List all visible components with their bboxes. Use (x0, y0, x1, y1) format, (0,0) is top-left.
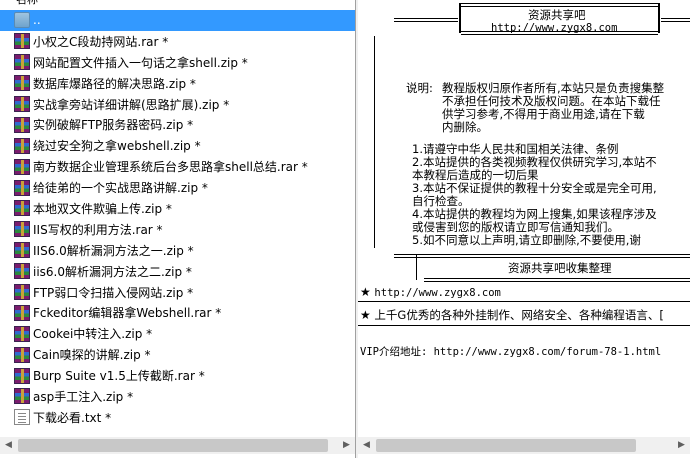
rar-archive-icon (14, 263, 30, 280)
file-list-item[interactable]: 数据库爆路径的解决思路.zip * (0, 73, 355, 94)
scroll-left-arrow-icon[interactable]: ◀ (0, 437, 17, 454)
file-list-item[interactable]: IIS6.0解析漏洞方法之一.zip * (0, 240, 355, 261)
file-name: 实例破解FTP服务器密码.zip * (33, 118, 194, 133)
name-column-header[interactable]: 名称 (0, 0, 38, 6)
folder-up-icon (14, 12, 30, 29)
rar-archive-icon (14, 200, 30, 217)
file-list-item[interactable]: Cain嗅探的讲解.zip * (0, 344, 355, 365)
rar-archive-icon (14, 158, 30, 175)
rar-archive-icon (14, 221, 30, 238)
scroll-left-arrow-icon[interactable]: ◀ (358, 437, 375, 454)
file-list-item[interactable]: iis6.0解析漏洞方法之二.zip * (0, 261, 355, 282)
star-icon: ★ (360, 308, 371, 322)
file-name: 网站配置文件插入一句话之拿shell.zip * (33, 55, 248, 70)
file-name: Fckeditor编辑器拿Webshell.rar * (33, 306, 222, 321)
box-border (658, 3, 660, 33)
file-list-item[interactable]: 小权之C段劫持网站.rar * (0, 31, 355, 52)
rar-archive-icon (14, 96, 30, 112)
rar-archive-icon (14, 304, 30, 321)
box-border (459, 3, 461, 33)
file-name: IIS写权的利用方法.rar * (33, 222, 163, 237)
file-list-item[interactable]: 下载必看.txt * (0, 407, 355, 428)
file-list-item[interactable]: Cookei中转注入.zip * (0, 323, 355, 344)
file-list-item[interactable]: Fckeditor编辑器拿Webshell.rar * (0, 302, 355, 323)
file-name: 实战拿旁站详细讲解(思路扩展).zip * (33, 97, 230, 112)
file-list-item[interactable]: Burp Suite v1.5上传截断.rar * (0, 365, 355, 386)
rar-archive-icon (14, 33, 30, 50)
scroll-right-arrow-icon[interactable]: ▶ (338, 437, 355, 454)
rar-archive-icon (14, 325, 30, 342)
file-list-item[interactable]: asp手工注入.zip * (0, 386, 355, 407)
file-name: FTP弱口令扫描入侵网站.zip * (33, 285, 194, 300)
file-list-item[interactable]: FTP弱口令扫描入侵网站.zip * (0, 282, 355, 303)
connector-line (394, 18, 458, 22)
file-name: IIS6.0解析漏洞方法之一.zip * (33, 243, 194, 258)
box-title: 资源共享吧 (528, 8, 586, 22)
rar-archive-icon (14, 242, 30, 259)
file-list: .. 小权之C段劫持网站.rar * 网站配置文件插入一句话之拿shell.zip … (0, 10, 355, 428)
scrollbar-thumb[interactable] (376, 439, 636, 452)
text-file-icon (14, 409, 30, 426)
file-list-pane[interactable]: 名称 .. 小权之C段劫持网站.rar * 网站配置文件插入一句话之拿shell.z… (0, 0, 356, 458)
right-horizontal-scrollbar[interactable]: ◀ ▶ (358, 437, 690, 454)
rule-line: 5.如不同意以上声明,请立即删除,不要使用,谢 (412, 233, 641, 247)
file-list-item[interactable]: .. (0, 10, 355, 31)
footer-title: 资源共享吧收集整理 (508, 261, 612, 275)
file-list-item[interactable]: 南方数据企业管理系统后台多思路拿shell总结.rar * (0, 156, 355, 177)
rar-archive-icon (14, 284, 30, 301)
notice-label: 说明: (406, 81, 433, 95)
rar-archive-icon (14, 346, 30, 363)
rar-archive-icon (14, 54, 30, 71)
left-horizontal-scrollbar[interactable]: ◀ ▶ (0, 437, 355, 454)
rar-archive-icon (14, 388, 30, 405)
file-name: 小权之C段劫持网站.rar * (33, 34, 169, 49)
star-url: http://www.zygx8.com (374, 287, 501, 299)
notice-line: 内删除。 (442, 120, 488, 134)
file-list-item[interactable]: 绕过安全狗之拿webshell.zip * (0, 135, 355, 156)
star-icon: ★ (360, 285, 371, 299)
file-list-item[interactable]: 给徒弟的一个实战思路讲解.zip * (0, 177, 355, 198)
file-list-item[interactable]: 本地双文件欺骗上传.zip * (0, 198, 355, 219)
file-name: 绕过安全狗之拿webshell.zip * (33, 139, 201, 154)
rar-archive-icon (14, 75, 30, 92)
footer-border (424, 278, 690, 282)
separator (358, 325, 690, 326)
star-desc: 上千G优秀的各种外挂制作、网络安全、各种编程语言、[ (374, 308, 664, 322)
file-name: 南方数据企业管理系统后台多思路拿shell总结.rar * (33, 160, 308, 175)
file-name: 给徒弟的一个实战思路讲解.zip * (33, 181, 208, 196)
scroll-right-arrow-icon[interactable]: ▶ (673, 437, 690, 454)
file-list-item[interactable]: 网站配置文件插入一句话之拿shell.zip * (0, 52, 355, 73)
file-list-item[interactable]: IIS写权的利用方法.rar * (0, 219, 355, 240)
file-name: .. (33, 13, 41, 28)
file-name: iis6.0解析漏洞方法之二.zip * (33, 264, 192, 279)
file-name: asp手工注入.zip * (33, 389, 134, 404)
star-desc-line: ★ 上千G优秀的各种外挂制作、网络安全、各种编程语言、[ (360, 309, 664, 322)
vip-line: VIP介绍地址: http://www.zygx8.com/forum-78-1… (360, 346, 662, 358)
bracket-line (374, 36, 375, 248)
file-list-item[interactable]: 实战拿旁站详细讲解(思路扩展).zip * (0, 94, 355, 115)
file-name: 下载必看.txt * (33, 410, 112, 425)
file-name: 数据库爆路径的解决思路.zip * (33, 76, 196, 91)
rar-archive-icon (14, 137, 30, 154)
file-name: Burp Suite v1.5上传截断.rar * (33, 369, 205, 384)
file-name: Cookei中转注入.zip * (33, 327, 153, 342)
scrollbar-thumb[interactable] (18, 439, 328, 452)
connector-line (661, 18, 690, 22)
rar-archive-icon (14, 116, 30, 133)
star-url-line: ★ http://www.zygx8.com (360, 286, 501, 300)
box-border (461, 3, 658, 7)
file-list-item[interactable]: 实例破解FTP服务器密码.zip * (0, 114, 355, 135)
file-name: Cain嗅探的讲解.zip * (33, 348, 151, 363)
footer-border (394, 254, 690, 258)
rar-archive-icon (14, 367, 30, 384)
footer-border (416, 254, 417, 280)
text-preview-pane[interactable]: 资源共享吧 http://www.zygx8.com 说明: 教程版权归原作者所… (358, 0, 690, 458)
separator (358, 301, 690, 302)
rar-archive-icon (14, 179, 30, 196)
box-url: http://www.zygx8.com (491, 22, 618, 34)
file-name: 本地双文件欺骗上传.zip * (33, 201, 172, 216)
